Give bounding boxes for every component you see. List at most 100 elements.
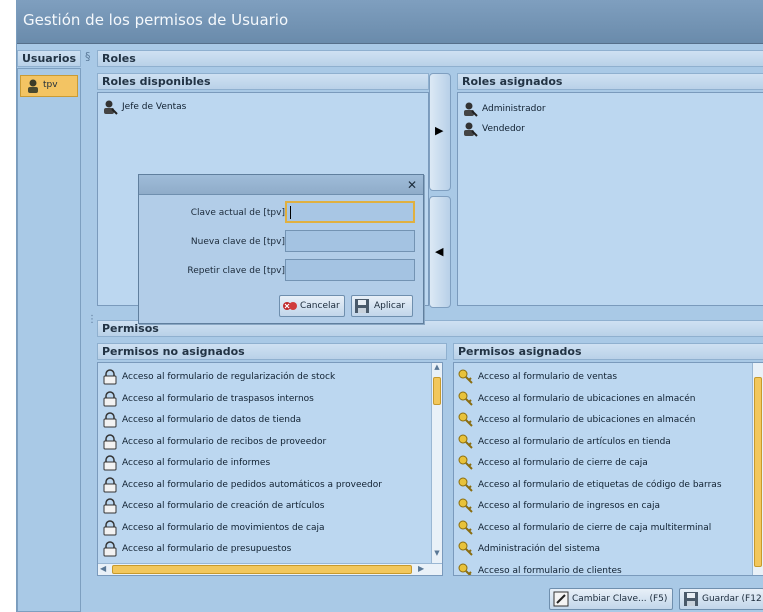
permission-label: Acceso al formulario de pedidos automáti…	[122, 479, 382, 490]
lock-icon	[103, 519, 117, 535]
title-bar: Gestión de los permisos de Usuario	[17, 0, 763, 44]
key-icon	[458, 412, 473, 427]
splitter-handle[interactable]: §	[85, 50, 91, 66]
permisos-splitter[interactable]: ⋮	[87, 315, 97, 342]
usuarios-header: Usuarios	[17, 50, 81, 67]
current-password-label: Clave actual de [tpv]	[190, 208, 285, 218]
scroll-right-icon[interactable]: ▶	[418, 564, 424, 573]
key-icon	[458, 477, 473, 492]
permission-label: Acceso al formulario de traspasos intern…	[122, 393, 314, 404]
cancel-label: Cancelar	[300, 301, 340, 311]
scroll-left-icon[interactable]: ◀	[100, 564, 106, 573]
role-icon	[104, 100, 118, 115]
role-icon	[464, 122, 478, 137]
key-icon	[458, 455, 473, 470]
roles-header: Roles	[97, 50, 763, 67]
permission-label: Acceso al formulario de cierre de caja m…	[478, 522, 712, 533]
permission-label: Administración del sistema	[478, 544, 600, 554]
unassign-role-button[interactable]: ◀	[429, 196, 451, 308]
repeat-password-label: Repetir clave de [tpv]	[187, 266, 285, 276]
key-icon	[458, 520, 473, 535]
permission-label: Acceso al formulario de datos de tienda	[122, 415, 302, 425]
permission-label: Acceso al formulario de ingresos en caja	[478, 501, 661, 511]
new-password-label: Nueva clave de [tpv]	[190, 237, 285, 247]
key-icon	[458, 498, 473, 513]
roles-asignados-label: Roles asignados	[462, 75, 563, 88]
save-icon	[355, 299, 369, 313]
user-label: tpv	[43, 80, 58, 90]
role-label: Jefe de Ventas	[122, 102, 187, 112]
vertical-scrollbar[interactable]	[752, 363, 763, 575]
permission-label: Acceso al formulario de creación de artí…	[122, 501, 325, 511]
permisos-asignados-header: Permisos asignados	[453, 343, 763, 360]
permission-label: Acceso al formulario de movimientos de c…	[122, 522, 325, 533]
permission-label: Acceso al formulario de recibos de prove…	[122, 436, 327, 447]
roles-header-label: Roles	[102, 52, 136, 65]
roles-disponibles-label: Roles disponibles	[102, 75, 211, 88]
cancel-icon	[283, 302, 297, 310]
key-icon	[458, 391, 473, 406]
role-icon	[464, 102, 478, 117]
scroll-thumb[interactable]	[433, 377, 441, 405]
lock-icon	[103, 498, 117, 514]
permission-label: Acceso al formulario de clientes	[478, 565, 622, 576]
key-icon	[458, 563, 472, 575]
permission-label: Acceso al formulario de ubicaciones en a…	[478, 393, 696, 404]
usuarios-list: tpv	[17, 68, 81, 612]
horizontal-scrollbar[interactable]: ◀ ▶	[98, 563, 442, 575]
role-label: Vendedor	[482, 124, 525, 134]
lock-icon	[103, 412, 117, 428]
arrow-left-icon: ◀	[435, 245, 444, 258]
key-icon	[458, 369, 473, 384]
save-icon	[684, 592, 698, 606]
window-title: Gestión de los permisos de Usuario	[23, 11, 289, 29]
permission-label: Acceso al formulario de cierre de caja	[478, 458, 648, 468]
change-password-dialog: ✕ Clave actual de [tpv] Nueva clave de […	[138, 174, 424, 324]
permission-label: Acceso al formulario de artículos en tie…	[478, 436, 671, 447]
current-password-field[interactable]	[285, 201, 415, 223]
edit-key-icon	[553, 591, 569, 607]
roles-asignados-list[interactable]: Administrador Vendedor	[457, 92, 763, 306]
assign-role-button[interactable]: ▶	[429, 73, 451, 191]
repeat-password-field[interactable]	[285, 259, 415, 281]
lock-icon	[103, 476, 117, 492]
save-button[interactable]: Guardar (F12	[679, 588, 763, 610]
save-label: Guardar (F12	[702, 594, 762, 604]
permission-label: Acceso al formulario de regularización d…	[122, 372, 336, 382]
change-password-label: Cambiar Clave... (F5)	[572, 594, 668, 604]
role-label: Administrador	[482, 104, 546, 114]
scroll-thumb[interactable]	[754, 377, 762, 567]
permisos-asignados-list[interactable]: Acceso al formulario de ventas Acceso al …	[453, 362, 763, 576]
h-scroll-thumb[interactable]	[112, 565, 412, 574]
permission-label: Acceso al formulario de ventas	[478, 372, 618, 382]
lock-icon	[103, 390, 117, 406]
roles-asignados-header: Roles asignados	[457, 73, 763, 90]
key-icon	[458, 541, 473, 556]
permisos-asignados-label: Permisos asignados	[458, 345, 582, 358]
new-password-field[interactable]	[285, 230, 415, 252]
text-cursor	[290, 206, 291, 219]
apply-button[interactable]: Aplicar	[351, 295, 413, 317]
arrow-right-icon: ▶	[435, 124, 444, 137]
permission-label: Acceso al formulario de informes	[122, 458, 271, 468]
lock-icon	[103, 369, 117, 385]
change-password-button[interactable]: Cambiar Clave... (F5)	[549, 588, 673, 610]
key-icon	[458, 434, 473, 449]
vertical-scrollbar[interactable]: ▲ ▼	[431, 363, 442, 563]
scroll-up-icon[interactable]: ▲	[432, 363, 442, 375]
dialog-title-bar: ✕	[139, 175, 423, 195]
permisos-no-asignados-list[interactable]: Acceso al formulario de regularización d…	[97, 362, 443, 576]
permission-label: Acceso al formulario de etiquetas de cód…	[478, 479, 722, 490]
lock-icon	[103, 541, 117, 557]
close-icon[interactable]: ✕	[407, 178, 417, 192]
lock-icon	[103, 433, 117, 449]
permission-label: Acceso al formulario de presupuestos	[122, 544, 292, 554]
permission-label: Acceso al formulario de ubicaciones en a…	[478, 415, 696, 425]
user-item-tpv[interactable]: tpv	[20, 75, 78, 97]
roles-disponibles-header: Roles disponibles	[97, 73, 429, 90]
lock-icon	[103, 455, 117, 471]
permisos-no-asignados-header: Permisos no asignados	[97, 343, 447, 360]
scroll-down-icon[interactable]: ▼	[432, 549, 442, 561]
cancel-button[interactable]: Cancelar	[279, 295, 345, 317]
user-icon	[28, 79, 38, 93]
